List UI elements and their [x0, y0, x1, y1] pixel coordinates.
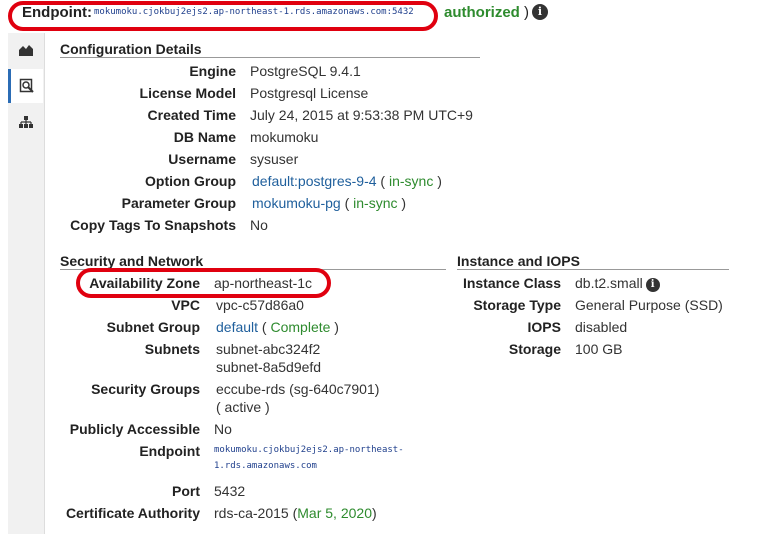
- endpoint-status: authorized ): [444, 4, 529, 21]
- username-label: Username: [168, 151, 236, 167]
- iops-label: IOPS: [527, 319, 561, 335]
- security-section-title: Security and Network: [60, 253, 204, 269]
- storage-type-value: General Purpose (SSD): [575, 297, 723, 313]
- info-icon[interactable]: i: [532, 4, 548, 20]
- tab-details[interactable]: [8, 69, 43, 103]
- instance-class-text: db.t2.small: [575, 275, 643, 291]
- endpoint-row-value-line1: mokumoku.cjokbuj2ejs2.ap-northeast-: [214, 445, 404, 455]
- parameter-group-value: mokumoku-pg ( in-sync ): [252, 195, 407, 211]
- tab-monitoring[interactable]: [8, 33, 43, 67]
- copy-tags-label: Copy Tags To Snapshots: [70, 217, 236, 233]
- magnifier-icon: [19, 78, 34, 93]
- instance-class-label: Instance Class: [462, 275, 561, 291]
- subnet-group-link[interactable]: default: [216, 319, 258, 335]
- tab-topology[interactable]: [8, 105, 43, 139]
- endpoint-highlight: [8, 1, 438, 31]
- subnet-link[interactable]: subnet-abc324f2: [216, 341, 320, 357]
- storage-label: Storage: [508, 341, 561, 357]
- certificate-authority-label: Certificate Authority: [65, 505, 200, 521]
- security-groups-label: Security Groups: [91, 381, 200, 397]
- info-icon[interactable]: i: [645, 278, 660, 292]
- topology-icon: [18, 116, 33, 128]
- parameter-group-label: Parameter Group: [121, 195, 236, 211]
- config-divider: [60, 57, 480, 58]
- parameter-group-status: in-sync: [353, 195, 398, 211]
- license-model-value: Postgresql License: [250, 85, 369, 101]
- created-time-value: July 24, 2015 at 9:53:38 PM UTC+9: [250, 107, 473, 123]
- option-group-value: default:postgres-9-4 ( in-sync ): [252, 173, 442, 189]
- db-name-label: DB Name: [173, 129, 236, 145]
- subnet-group-value: default ( Complete ): [216, 319, 339, 335]
- publicly-accessible-value: No: [214, 421, 232, 437]
- option-group-link[interactable]: default:postgres-9-4: [252, 173, 377, 189]
- side-tab-rail: [8, 33, 45, 534]
- config-section-title: Configuration Details: [60, 41, 202, 57]
- availability-zone-highlight: [76, 268, 331, 298]
- copy-tags-value: No: [250, 217, 268, 233]
- instance-section-title: Instance and IOPS: [457, 253, 580, 269]
- subnet-group-status: Complete: [270, 319, 331, 335]
- security-group-status: ( active ): [216, 399, 270, 415]
- created-time-label: Created Time: [147, 107, 236, 123]
- engine-label: Engine: [189, 63, 236, 79]
- engine-value: PostgreSQL 9.4.1: [250, 63, 361, 79]
- port-label: Port: [172, 483, 200, 499]
- certificate-authority-value: rds-ca-2015 (Mar 5, 2020): [214, 505, 377, 521]
- storage-value: 100 GB: [575, 341, 623, 357]
- option-group-status: in-sync: [388, 173, 434, 189]
- vpc-link[interactable]: vpc-c57d86a0: [216, 297, 304, 313]
- storage-type-label: Storage Type: [473, 297, 561, 313]
- db-name-value: mokumoku: [250, 129, 319, 145]
- option-group-label: Option Group: [145, 173, 236, 189]
- authorized-status: authorized: [444, 4, 520, 21]
- instance-divider: [457, 269, 729, 270]
- area-chart-icon: [18, 45, 33, 56]
- iops-value: disabled: [575, 319, 628, 335]
- ca-name: rds-ca-2015: [214, 505, 289, 521]
- instance-class-value: db.t2.small i: [575, 275, 660, 292]
- subnet-link[interactable]: subnet-8a5d9efd: [216, 359, 321, 375]
- status-suffix: ): [524, 4, 530, 21]
- subnet-group-label: Subnet Group: [106, 319, 200, 335]
- security-group-link[interactable]: eccube-rds (sg-640c7901): [216, 381, 379, 397]
- endpoint-row-value-line2: 1.rds.amazonaws.com: [214, 461, 317, 471]
- ca-date: Mar 5, 2020: [297, 505, 372, 521]
- endpoint-row-label: Endpoint: [139, 443, 200, 459]
- publicly-accessible-label: Publicly Accessible: [69, 421, 200, 437]
- license-model-label: License Model: [139, 85, 236, 101]
- parameter-group-link[interactable]: mokumoku-pg: [252, 195, 341, 211]
- username-value: sysuser: [250, 151, 299, 167]
- port-value: 5432: [214, 483, 246, 499]
- vpc-label: VPC: [171, 297, 200, 313]
- subnets-label: Subnets: [144, 341, 200, 357]
